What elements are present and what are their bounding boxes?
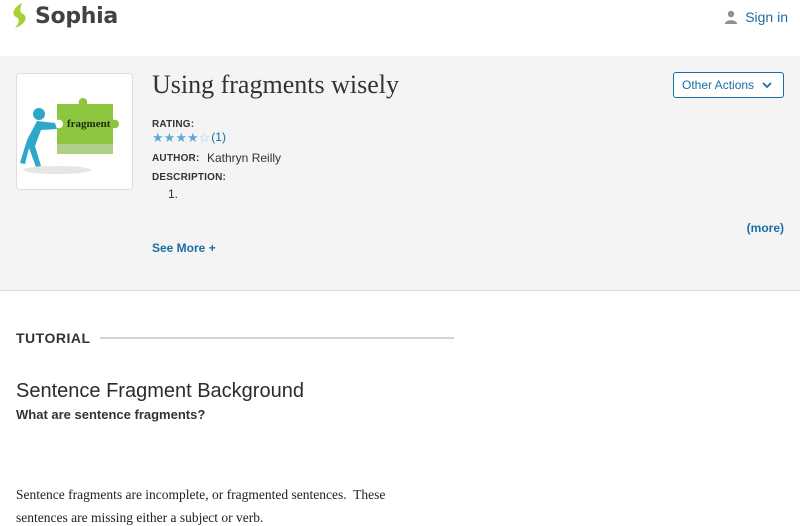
tutorial-heading-row: TUTORIAL bbox=[16, 330, 454, 346]
lesson-header: fragment Using fragments wisely RATING: … bbox=[0, 56, 800, 291]
star-filled-icon: ★ bbox=[186, 129, 199, 145]
lesson-title: Using fragments wisely bbox=[152, 70, 399, 99]
sign-in-button[interactable]: Sign in bbox=[724, 9, 788, 25]
sophia-logo[interactable]: Sophia bbox=[10, 2, 118, 30]
star-filled-icon: ★ bbox=[163, 129, 176, 145]
author-label: AUTHOR: bbox=[152, 153, 200, 164]
section-title: Sentence Fragment Background bbox=[16, 380, 304, 402]
other-actions-label: Other Actions bbox=[682, 78, 755, 92]
author-name: Kathryn Reilly bbox=[207, 151, 282, 165]
rating-count[interactable]: (1) bbox=[211, 130, 226, 144]
thumbnail-fragment-text: fragment bbox=[67, 118, 111, 130]
section-subtitle: What are sentence fragments? bbox=[16, 407, 206, 422]
tutorial-label: TUTORIAL bbox=[16, 330, 91, 346]
star-empty-icon: ☆ bbox=[198, 129, 211, 145]
sign-in-label: Sign in bbox=[745, 9, 788, 25]
body-line: Sentence fragments are incomplete, or fr… bbox=[16, 487, 386, 502]
tutorial-body: Sentence fragments are incomplete, or fr… bbox=[16, 483, 416, 526]
more-link[interactable]: (more) bbox=[747, 221, 784, 235]
lesson-thumbnail: fragment bbox=[16, 73, 133, 190]
thumbnail-illustration: fragment bbox=[17, 74, 132, 189]
description-item: 1. bbox=[168, 187, 179, 201]
brand-name: Sophia bbox=[35, 3, 118, 29]
rating-stars[interactable]: ★ ★ ★ ★ ☆ (1) bbox=[152, 130, 226, 144]
body-line: sentences are missing either a subject o… bbox=[16, 510, 264, 525]
see-more-link[interactable]: See More + bbox=[152, 241, 216, 255]
chevron-down-icon bbox=[762, 81, 772, 88]
star-filled-icon: ★ bbox=[175, 129, 187, 145]
user-icon bbox=[725, 10, 738, 24]
description-label: DESCRIPTION: bbox=[152, 172, 227, 183]
other-actions-dropdown[interactable]: Other Actions bbox=[673, 72, 784, 98]
divider bbox=[99, 337, 454, 339]
top-bar: Sophia Sign in bbox=[0, 0, 800, 56]
rating-label: RATING: bbox=[152, 119, 195, 130]
sophia-leaf-icon bbox=[13, 3, 26, 28]
star-filled-icon: ★ bbox=[152, 129, 164, 145]
